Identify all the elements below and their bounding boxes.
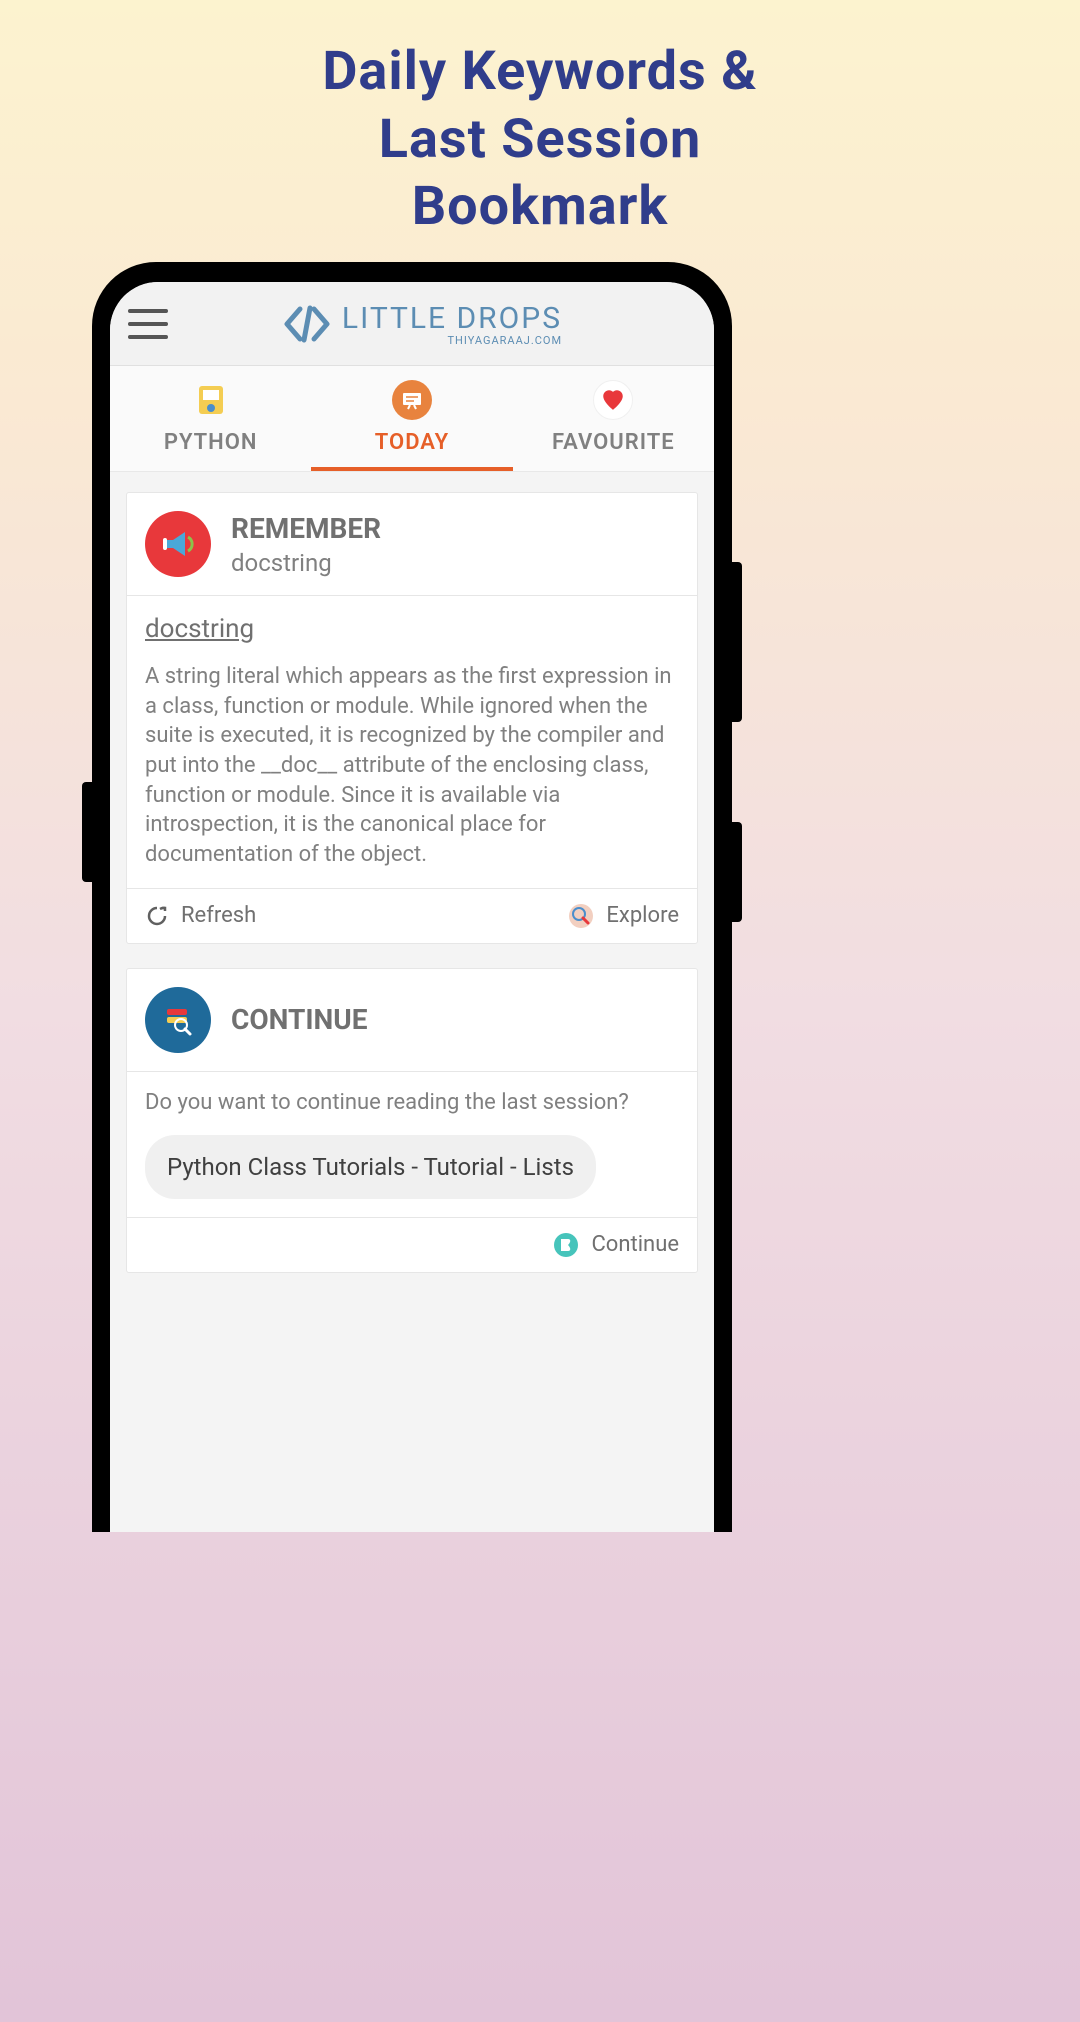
refresh-label: Refresh: [181, 903, 256, 928]
phone-frame: LITTLE DROPS THIYAGARAAJ.COM PYTHON: [92, 262, 732, 1532]
book-search-icon: [145, 987, 211, 1053]
explore-button[interactable]: Explore: [568, 903, 679, 929]
card-subtitle: docstring: [231, 549, 381, 577]
continue-prompt: Do you want to continue reading the last…: [145, 1090, 679, 1115]
remember-card: REMEMBER docstring docstring A string li…: [126, 492, 698, 944]
content-area: REMEMBER docstring docstring A string li…: [110, 472, 714, 1532]
explore-icon: [568, 903, 594, 929]
phone-side-button: [732, 822, 742, 922]
tab-python[interactable]: PYTHON: [110, 366, 311, 471]
brand-logo[interactable]: LITTLE DROPS THIYAGARAAJ.COM: [148, 301, 696, 347]
app-header: LITTLE DROPS THIYAGARAAJ.COM: [110, 282, 714, 366]
keyword-description: A string literal which appears as the fi…: [145, 662, 679, 870]
tab-favourite[interactable]: FAVOURITE: [513, 366, 714, 471]
refresh-button[interactable]: Refresh: [145, 903, 256, 929]
tab-label: PYTHON: [110, 430, 311, 455]
card-body: docstring A string literal which appears…: [127, 595, 697, 888]
continue-label: Continue: [591, 1232, 679, 1257]
explore-label: Explore: [606, 903, 679, 928]
brand-subtitle: THIYAGARAAJ.COM: [447, 334, 562, 347]
heart-icon: [593, 380, 633, 420]
promo-line-2: Last Session: [0, 106, 1080, 174]
keyword-title[interactable]: docstring: [145, 614, 679, 644]
card-title: REMEMBER: [231, 512, 381, 545]
continue-icon: [553, 1232, 579, 1258]
tab-today[interactable]: TODAY: [311, 366, 512, 471]
tabs: PYTHON TODAY: [110, 366, 714, 472]
card-footer: Refresh Explore: [127, 888, 697, 943]
promo-line-3: Bookmark: [0, 173, 1080, 241]
tab-label: FAVOURITE: [513, 430, 714, 455]
phone-side-button: [732, 562, 742, 722]
session-chip[interactable]: Python Class Tutorials - Tutorial - List…: [145, 1135, 596, 1199]
continue-card: CONTINUE Do you want to continue reading…: [126, 968, 698, 1273]
card-title: CONTINUE: [231, 1003, 368, 1036]
continue-button[interactable]: Continue: [553, 1232, 679, 1258]
refresh-icon: [145, 904, 169, 928]
code-brackets-icon: [282, 304, 332, 344]
brand-name: LITTLE DROPS: [342, 301, 562, 336]
screen: LITTLE DROPS THIYAGARAAJ.COM PYTHON: [110, 282, 714, 1532]
card-header: REMEMBER docstring: [127, 493, 697, 595]
python-icon: [191, 380, 231, 420]
tab-label: TODAY: [311, 430, 512, 455]
card-header: CONTINUE: [127, 969, 697, 1071]
board-icon: [392, 380, 432, 420]
promo-title: Daily Keywords & Last Session Bookmark: [0, 0, 1080, 241]
promo-line-1: Daily Keywords &: [0, 38, 1080, 106]
card-footer: Continue: [127, 1217, 697, 1272]
card-body: Do you want to continue reading the last…: [127, 1071, 697, 1217]
megaphone-icon: [145, 511, 211, 577]
